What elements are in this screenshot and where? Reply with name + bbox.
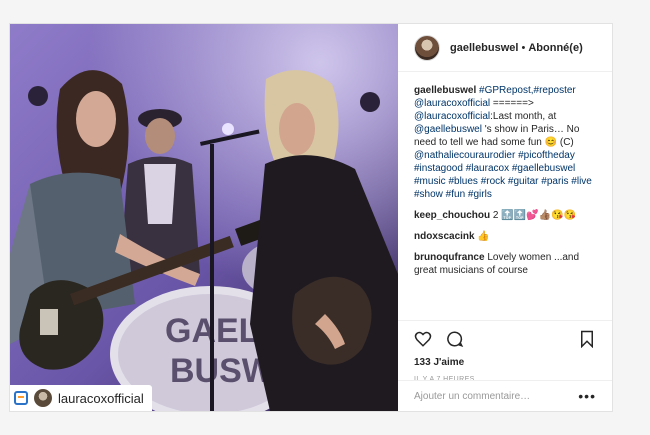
comment-text: 👍 — [474, 231, 490, 242]
caption-username[interactable]: gaellebuswel — [414, 85, 476, 96]
repost-account-name[interactable]: lauracoxofficial — [58, 391, 144, 406]
post-sidebar: gaellebuswel • Abonné(e) gaellebuswel #G… — [398, 24, 612, 411]
caption-part[interactable]: @gaellebuswel — [414, 124, 482, 135]
comment-item: brunoqufrance Lovely women ...and great … — [414, 251, 596, 277]
follow-status-button[interactable]: Abonné(e) — [528, 42, 582, 54]
post-header: gaellebuswel • Abonné(e) — [398, 24, 612, 72]
repost-icon — [14, 391, 28, 405]
post-actions: 133 J'aime IL Y A 7 HEURES — [398, 320, 612, 383]
caption-part[interactable]: #GPRepost,#reposter — [476, 85, 576, 96]
comment-username[interactable]: ndoxscacink — [414, 231, 475, 242]
header-separator: • — [521, 41, 526, 54]
repost-avatar — [34, 389, 52, 407]
bookmark-icon[interactable] — [578, 330, 596, 348]
caption-part: :Last month, at — [490, 111, 557, 122]
likes-count[interactable]: 133 J'aime — [398, 348, 612, 368]
add-comment-bar[interactable]: Ajouter un commentaire… ••• — [398, 380, 612, 411]
heart-icon[interactable] — [414, 330, 432, 348]
comment-icon[interactable] — [446, 330, 464, 348]
avatar[interactable] — [414, 34, 440, 61]
repost-badge[interactable]: lauracoxofficial — [10, 385, 152, 411]
comment-input[interactable]: Ajouter un commentaire… — [414, 391, 578, 402]
more-icon[interactable]: ••• — [578, 388, 596, 404]
comment-item: keep_chouchou 2 🔝🔝💕👍🏽😘😘 — [414, 209, 596, 222]
caption-part[interactable]: @lauracoxofficial — [414, 98, 490, 109]
instagram-post-card: GAELLE BUSWEL lauracoxofficial gaellebus… — [9, 23, 613, 412]
comment-username[interactable]: keep_chouchou — [414, 210, 490, 221]
caption: gaellebuswel #GPRepost,#reposter @laurac… — [414, 84, 596, 201]
caption-part: ======> — [490, 98, 534, 109]
comments-list: gaellebuswel #GPRepost,#reposter @laurac… — [398, 72, 612, 308]
caption-part[interactable]: @lauracoxofficial — [414, 111, 490, 122]
comment-text: 2 🔝🔝💕👍🏽😘😘 — [490, 210, 576, 221]
action-icons-row — [398, 321, 612, 348]
comment-item: ndoxscacink 👍 — [414, 230, 596, 243]
caption-part[interactable]: @nathaliecouraurodier — [414, 150, 515, 161]
header-username[interactable]: gaellebuswel — [450, 42, 518, 54]
post-photo[interactable]: GAELLE BUSWEL lauracoxofficial — [10, 24, 398, 411]
comment-username[interactable]: brunoqufrance — [414, 252, 485, 263]
